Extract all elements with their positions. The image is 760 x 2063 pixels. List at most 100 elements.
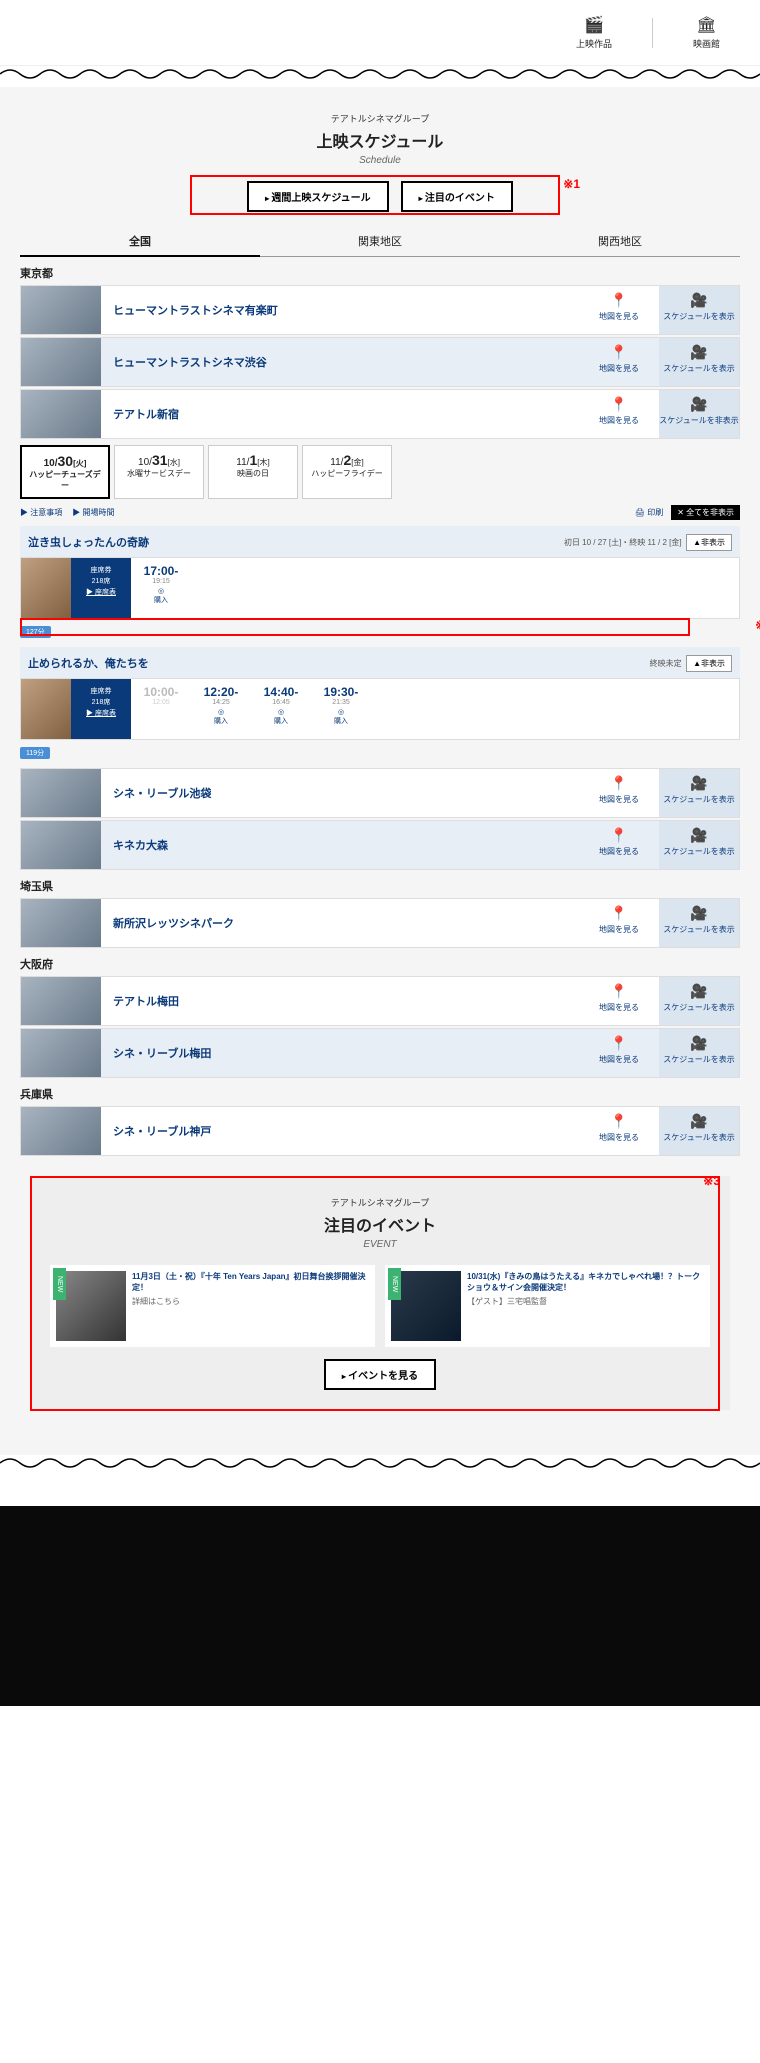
print-button[interactable]: 🖨 印刷 [635,507,663,518]
schedule-button[interactable]: 🎥スケジュールを表示 [659,821,739,869]
meta-right: 🖨 印刷 ✕ 全てを非表示 [635,505,740,520]
showtime[interactable]: 17:00- 19:15 ◎購入 [131,558,191,618]
event-card[interactable]: NEW 10/31(水)『きみの鳥はうたえる』キネカでしゃべれ場！？トークショウ… [385,1265,710,1347]
group-label: テアトルシネマグループ [50,1196,710,1209]
showtime[interactable]: 19:30- 21:35 ◎購入 [311,679,371,739]
buy-link[interactable]: ◎購入 [251,708,311,726]
seat-box: 座席券 218席 ▶ 座席表 [71,558,131,618]
theater-row: ヒューマントラストシネマ渋谷 📍地図を見る 🎥スケジュールを表示 [20,337,740,387]
theater-actions: 📍地図を見る 🎥スケジュールを表示 [579,977,739,1025]
showtimes: 17:00- 19:15 ◎購入 [131,558,739,618]
date-month: 11/ [330,457,343,468]
date-tab[interactable]: 11/1[木] 映画の日 [208,445,298,499]
map-button[interactable]: 📍地図を見る [579,977,659,1025]
theater-name[interactable]: シネ・リーブル池袋 [101,769,579,817]
theater-name[interactable]: ヒューマントラストシネマ渋谷 [101,338,579,386]
collapse-button[interactable]: ▲非表示 [686,655,732,672]
film-icon: 🎬 [576,15,612,35]
theater-name[interactable]: シネ・リーブル神戸 [101,1107,579,1155]
movie-body: 座席券 218席 ▶ 座席表 17:00- 19:15 ◎購入 [20,557,740,619]
duration-chip: 119分 [20,747,50,759]
movie-title[interactable]: 泣き虫しょったんの奇跡 [28,534,149,550]
theater-actions: 📍地図を見る 🎥スケジュールを表示 [579,1029,739,1077]
date-note: 水曜サービスデー [121,468,197,479]
movie-title[interactable]: 止められるか、俺たちを [28,655,149,671]
schedule-button[interactable]: 🎥スケジュールを表示 [659,338,739,386]
collapse-button[interactable]: ▲非表示 [686,534,732,551]
date-note: ハッピーチューズデー [28,469,102,491]
schedule-button[interactable]: 🎥スケジュールを表示 [659,899,739,947]
map-button[interactable]: 📍地図を見る [579,821,659,869]
all-hide-button[interactable]: ✕ 全てを非表示 [671,505,740,520]
theater-icon: 🏛 [693,15,720,35]
buy-link[interactable]: ◎購入 [131,587,191,605]
events-header: テアトルシネマグループ 注目のイベント EVENT [50,1196,710,1250]
nav-theaters[interactable]: 🏛 映画館 [693,15,720,50]
showtime[interactable]: 12:20- 14:25 ◎購入 [191,679,251,739]
map-button[interactable]: 📍地図を見る [579,1029,659,1077]
schedule-subtitle: Schedule [20,155,740,166]
date-tab[interactable]: 10/31[水] 水曜サービスデー [114,445,204,499]
buy-label: 購入 [214,718,228,725]
theater-row: テアトル梅田 📍地図を見る 🎥スケジュールを表示 [20,976,740,1026]
wave-divider [0,66,760,82]
weekly-schedule-button[interactable]: 週間上映スケジュール [247,181,389,212]
buy-link[interactable]: ◎購入 [191,708,251,726]
schedule-button[interactable]: 🎥スケジュールを表示 [659,977,739,1025]
date-weekday: [火] [73,459,86,468]
theater-name[interactable]: ヒューマントラストシネマ有楽町 [101,286,579,334]
featured-events-button[interactable]: 注目のイベント [401,181,513,212]
map-button[interactable]: 📍地図を見る [579,899,659,947]
seat-chart-link[interactable]: ▶ 座席表 [71,708,131,718]
theater-name[interactable]: キネカ大森 [101,821,579,869]
more-events-button[interactable]: イベントを見る [324,1359,436,1390]
date-weekday: [水] [168,458,180,467]
notes-link[interactable]: ▶ 注意事項 [20,507,62,518]
schedule-button[interactable]: 🎥スケジュールを表示 [659,1107,739,1155]
theater-row: テアトル新宿 📍地図を見る 🎥スケジュールを非表示 [20,389,740,439]
showtime[interactable]: 14:40- 16:45 ◎購入 [251,679,311,739]
schedule-meta: ▶ 注意事項 ▶ 開場時間 🖨 印刷 ✕ 全てを非表示 [20,505,740,520]
map-button[interactable]: 📍地図を見る [579,1107,659,1155]
date-month: 10/ [44,458,58,469]
map-button[interactable]: 📍地図を見る [579,286,659,334]
event-thumb: NEW [391,1271,461,1341]
buy-link[interactable]: ◎購入 [311,708,371,726]
sched-label: スケジュールを表示 [663,1003,734,1012]
schedule-button[interactable]: 🎥スケジュールを表示 [659,286,739,334]
region-tab-kanto[interactable]: 関東地区 [260,227,500,257]
seat-chart-link[interactable]: ▶ 座席表 [71,587,131,597]
theater-name[interactable]: テアトル新宿 [101,390,579,438]
movie-block: 泣き虫しょったんの奇跡 初日 10 / 27 [土]・終映 11 / 2 [金]… [20,526,740,639]
schedule-hide-button[interactable]: 🎥スケジュールを非表示 [659,390,739,438]
prefecture-hyogo: 兵庫県 [20,1086,740,1102]
opening-link[interactable]: ▶ 開場時間 [72,507,114,518]
theater-thumb [21,286,101,334]
time-start: 19:30- [311,685,371,699]
theater-name[interactable]: シネ・リーブル梅田 [101,1029,579,1077]
date-day: 30 [58,453,74,469]
movie-dates: 初日 10 / 27 [土]・終映 11 / 2 [金] [564,538,682,547]
schedule-button[interactable]: 🎥スケジュールを表示 [659,1029,739,1077]
map-button[interactable]: 📍地図を見る [579,769,659,817]
theater-actions: 📍地図を見る 🎥スケジュールを表示 [579,821,739,869]
date-tab[interactable]: 10/30[火] ハッピーチューズデー [20,445,110,499]
date-tab[interactable]: 11/2[金] ハッピーフライデー [302,445,392,499]
movie-thumb [21,558,71,618]
schedule-button[interactable]: 🎥スケジュールを表示 [659,769,739,817]
region-tab-kansai[interactable]: 関西地区 [500,227,740,257]
movie-body: 座席券 218席 ▶ 座席表 10:00- 12:05 12:20- 14:25… [20,678,740,740]
pin-icon: 📍 [579,396,659,413]
movie-block: 止められるか、俺たちを 終映未定 ▲非表示 座席券 218席 ▶ 座席表 10:… [20,647,740,760]
nav-works[interactable]: 🎬 上映作品 [576,15,612,50]
map-label: 地図を見る [599,795,639,804]
nav-theaters-label: 映画館 [693,37,720,50]
map-button[interactable]: 📍地図を見る [579,390,659,438]
theater-actions: 📍地図を見る 🎥スケジュールを表示 [579,338,739,386]
region-tab-all[interactable]: 全国 [20,227,260,257]
map-button[interactable]: 📍地図を見る [579,338,659,386]
date-weekday: [金] [351,458,363,467]
theater-name[interactable]: テアトル梅田 [101,977,579,1025]
theater-name[interactable]: 新所沢レッツシネパーク [101,899,579,947]
event-card[interactable]: NEW 11月3日（土・祝）『十年 Ten Years Japan』初日舞台挨拶… [50,1265,375,1347]
